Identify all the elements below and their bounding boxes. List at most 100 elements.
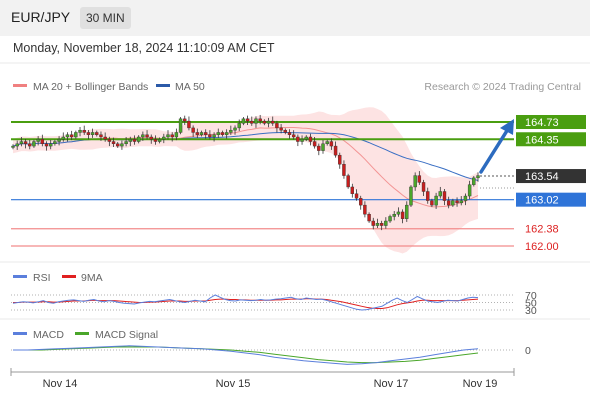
candle-body: [363, 204, 367, 215]
candle-body: [379, 223, 384, 226]
candle-body: [149, 136, 153, 140]
candle-body: [191, 127, 195, 133]
candle-body: [296, 136, 300, 142]
candle-body: [421, 182, 426, 192]
candle-body: [116, 143, 120, 147]
candle-body: [275, 123, 279, 129]
candle-body: [388, 216, 392, 222]
candle-body: [120, 143, 124, 147]
candle-body: [90, 132, 95, 135]
candle-body: [262, 120, 267, 124]
candle-body: [271, 120, 275, 124]
candle-body: [170, 134, 174, 138]
candle-body: [291, 134, 296, 138]
candle-body: [367, 214, 371, 222]
candle-body: [74, 132, 78, 138]
candle-body: [417, 175, 422, 183]
candle-body: [463, 195, 468, 201]
candle-body: [455, 200, 459, 204]
candle-body: [86, 132, 91, 135]
candle-body: [329, 141, 334, 147]
candle-body: [216, 132, 220, 135]
candle-body: [250, 120, 254, 124]
legend-swatch-bollinger: [13, 84, 27, 87]
candle-body: [199, 132, 204, 135]
candle-body: [245, 118, 250, 122]
candle-body: [354, 193, 359, 199]
candle-body: [99, 134, 103, 138]
candle-body: [124, 141, 128, 145]
legend-swatch-rsi: [13, 275, 27, 278]
candle-body: [241, 118, 246, 124]
candle-body: [304, 136, 308, 140]
candle-body: [95, 132, 99, 135]
candle-body: [442, 191, 447, 201]
macd-signal-line: [13, 346, 479, 364]
candle-body: [229, 129, 233, 133]
legend-label-macd-signal: MACD Signal: [95, 329, 158, 341]
candle-body: [82, 129, 86, 133]
candle-body: [472, 177, 476, 185]
candle-body: [233, 127, 237, 131]
candle-body: [413, 175, 417, 188]
candle-body: [107, 139, 112, 142]
support-value: 162.38: [525, 224, 559, 236]
candle-body: [57, 139, 61, 142]
legend-label-9ma: 9MA: [81, 272, 103, 284]
candle-body: [23, 141, 28, 145]
legend-swatch-9ma: [62, 275, 76, 278]
candle-body: [338, 154, 342, 165]
candle-body: [342, 164, 346, 176]
candle-body: [136, 136, 141, 142]
candle-body: [65, 134, 70, 138]
candle-body: [258, 118, 262, 122]
candle-body: [128, 139, 132, 142]
candle-body: [375, 223, 380, 226]
candle-body: [69, 134, 74, 138]
legend-label-bollinger: MA 20 + Bollinger Bands: [33, 81, 148, 93]
x-tick-label: Nov 14: [43, 378, 78, 390]
candle-body: [220, 132, 225, 135]
candle-body: [287, 132, 292, 135]
candle-body: [283, 129, 287, 133]
candle-body: [28, 143, 32, 147]
candle-body: [308, 136, 313, 142]
candle-body: [400, 211, 405, 219]
support-value: 162.00: [525, 241, 559, 253]
candle-body: [405, 204, 409, 219]
candle-body: [44, 143, 49, 147]
candle-body: [19, 141, 24, 145]
candle-body: [15, 143, 19, 147]
candle-body: [11, 145, 15, 148]
candle-body: [459, 200, 463, 204]
candle-body: [195, 132, 200, 135]
legend-label-macd: MACD: [33, 329, 64, 341]
candle-body: [317, 145, 321, 151]
candle-body: [371, 220, 375, 226]
candle-body: [325, 141, 329, 145]
pivot-value: 163.02: [525, 195, 559, 207]
x-tick-label: Nov 15: [216, 378, 251, 390]
candle-body: [153, 139, 158, 142]
candle-body: [438, 191, 442, 197]
candle-body: [208, 134, 212, 138]
rsi-tick-label: 30: [525, 305, 537, 317]
x-tick-label: Nov 17: [374, 378, 409, 390]
candle-body: [426, 191, 430, 201]
candle-body: [321, 143, 325, 151]
candle-body: [162, 136, 166, 140]
last-price-value: 163.54: [525, 171, 559, 183]
x-tick-label: Nov 19: [463, 378, 498, 390]
candle-body: [157, 139, 162, 142]
credit-label: Research © 2024 Trading Central: [424, 81, 581, 93]
candle-body: [174, 132, 179, 138]
candle-body: [111, 141, 116, 145]
candle-body: [279, 127, 283, 131]
candle-body: [350, 186, 355, 194]
candle-body: [384, 220, 388, 226]
candle-body: [178, 118, 183, 133]
macd-tick-label: 0: [525, 345, 531, 357]
candle-body: [103, 136, 107, 140]
forecast-arrow-shaft: [479, 127, 510, 174]
legend-label-rsi: RSI: [33, 272, 51, 284]
